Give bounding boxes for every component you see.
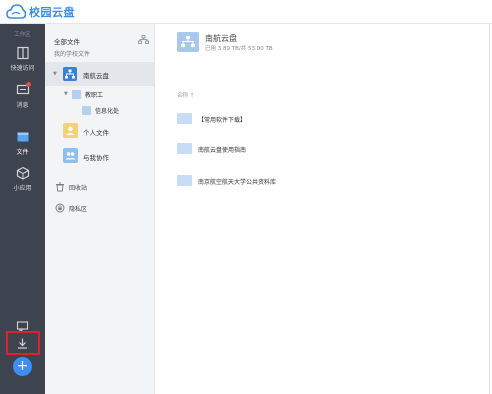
list-item[interactable]: 南航云盘使用指南 (177, 141, 327, 157)
file-name: 南京航空航天大学公共资料库 (198, 179, 277, 186)
org-structure-icon[interactable] (138, 35, 149, 44)
add-button[interactable]: + (13, 357, 32, 376)
personal-folder-icon (63, 123, 78, 138)
folder-icon (82, 106, 91, 115)
tree-subtitle: 我的学校文件 (54, 51, 91, 58)
rail-item-quick-access[interactable]: 快速访问 (0, 42, 45, 76)
sort-by-name-header[interactable]: 名称 ↑ (177, 91, 194, 99)
page-title: 南航云盘 (205, 34, 237, 43)
org-icon (177, 32, 199, 52)
unread-badge (26, 82, 31, 87)
apps-icon (16, 166, 29, 180)
file-icon (17, 132, 28, 142)
rail-section-label: 工作区 (14, 32, 31, 38)
trash-icon (56, 182, 64, 192)
tree-item-root[interactable]: ▼ 南航云盘 (45, 62, 154, 86)
lock-icon (55, 203, 65, 213)
main-content: 南航云盘 已用 3.89 TB/共 53.00 TB 名称 ↑ 【常用软件下载】… (155, 24, 492, 394)
storage-quota: 已用 3.89 TB/共 53.00 TB (205, 46, 273, 52)
rail-item-apps[interactable]: 小应用 (0, 162, 45, 196)
file-name: 【常用软件下载】 (198, 117, 247, 124)
tree-item-info[interactable]: 信息化处 (45, 104, 154, 118)
folder-icon (177, 143, 192, 154)
rail-item-file[interactable]: 文件 (0, 126, 45, 160)
tree-item-label: 信息化处 (95, 108, 120, 115)
tree-item-private[interactable]: 隐私区 (45, 202, 154, 216)
quick-access-icon (16, 46, 29, 60)
tree-item-label: 教职工 (85, 92, 104, 99)
cloud-logo-icon (6, 4, 26, 19)
rail-item-label: 快速访问 (10, 65, 35, 72)
file-name: 南航云盘使用指南 (198, 147, 247, 154)
org-icon (63, 67, 77, 81)
tree-item-shared[interactable]: 与我协作 (45, 147, 154, 167)
folder-tree-panel: 全部文件 我的学校文件 ▼ 南航云盘 ▼ 教职工 信息化处 个人文件 与我协作 … (45, 24, 155, 394)
rail-item-label: 小应用 (13, 185, 32, 192)
highlight-box (6, 331, 40, 355)
tree-title: 全部文件 (54, 38, 80, 46)
folder-icon (177, 175, 192, 186)
rail-item-label: 消息 (16, 102, 29, 109)
tree-item-personal[interactable]: 个人文件 (45, 122, 154, 142)
tree-item-label: 回收站 (69, 185, 88, 192)
app-title: 校园云盘 (29, 6, 75, 19)
list-item[interactable]: 【常用软件下载】 (177, 111, 327, 127)
tree-item-recycle-bin[interactable]: 回收站 (45, 181, 154, 195)
chevron-down-icon[interactable]: ▼ (64, 91, 68, 97)
top-bar: 校园云盘 (0, 0, 492, 24)
tree-item-label: 与我协作 (83, 154, 109, 162)
rail-item-message[interactable]: 消息 (0, 79, 45, 113)
rail-item-label: 文件 (16, 149, 29, 156)
tree-item-staff[interactable]: ▼ 教职工 (45, 88, 154, 102)
tree-item-label: 隐私区 (69, 206, 88, 213)
folder-icon (72, 90, 81, 99)
tree-item-label: 南航云盘 (83, 72, 109, 80)
scrollbar-edge (489, 24, 490, 394)
collab-folder-icon (63, 148, 78, 163)
list-item[interactable]: 南京航空航天大学公共资料库 (177, 173, 377, 189)
folder-icon (177, 113, 192, 124)
tree-item-label: 个人文件 (83, 129, 109, 137)
chevron-down-icon[interactable]: ▼ (53, 71, 57, 77)
